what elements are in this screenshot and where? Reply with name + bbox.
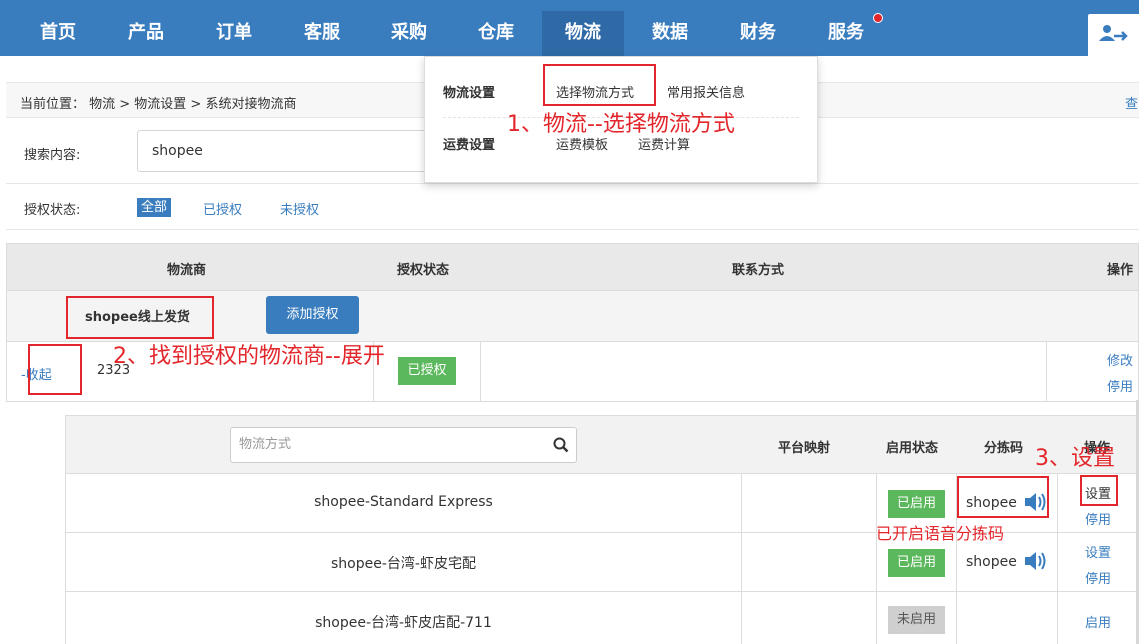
breadcrumb-right-link[interactable]: 查 [1125, 93, 1138, 112]
select-shipping-method-link[interactable]: 选择物流方式 [556, 82, 634, 101]
nav-item-customer-service[interactable]: 客服 [282, 0, 362, 56]
header-auth-status: 授权状态 [397, 263, 450, 278]
header-provider: 物流商 [167, 263, 207, 278]
speaker-icon[interactable] [1023, 491, 1047, 513]
nav-item-finance[interactable]: 财务 [718, 0, 798, 56]
column-divider [480, 342, 481, 401]
disabled-badge: 未启用 [888, 606, 945, 634]
nav-item-purchasing[interactable]: 采购 [369, 0, 449, 56]
authorized-badge: 已授权 [398, 357, 456, 385]
auth-filter-authorized[interactable]: 已授权 [203, 199, 242, 218]
user-menu-button[interactable] [1088, 14, 1139, 56]
header-sort-code: 分拣码 [984, 441, 1024, 456]
customs-info-link[interactable]: 常用报关信息 [667, 82, 745, 101]
column-divider [876, 592, 877, 644]
provider-group-name: shopee线上发货 [85, 310, 190, 325]
enabled-badge: 已启用 [888, 549, 945, 577]
speaker-icon[interactable] [1023, 550, 1047, 572]
auth-filter-all[interactable]: 全部 [137, 198, 172, 217]
notification-dot [873, 13, 883, 23]
search-icon[interactable] [553, 437, 569, 453]
column-divider [1057, 474, 1058, 532]
logistics-settings-title: 物流设置 [443, 86, 496, 101]
nav-item-warehouse[interactable]: 仓库 [456, 0, 536, 56]
collapse-link[interactable]: -收起 [21, 364, 52, 383]
header-operations: 操作 [1107, 263, 1134, 278]
add-authorization-button[interactable]: 添加授权 [266, 296, 359, 334]
column-divider [1046, 342, 1047, 401]
nav-item-data[interactable]: 数据 [630, 0, 710, 56]
header-contact: 联系方式 [732, 263, 785, 278]
enabled-badge: 已启用 [888, 490, 945, 518]
user-exchange-icon [1099, 25, 1128, 41]
auth-filter-label: 授权状态: [24, 203, 81, 218]
shipping-methods-header: 物流方式 平台映射 启用状态 分拣码 操作 [66, 416, 1139, 474]
annotation-step1: 1、物流--选择物流方式 [507, 112, 735, 137]
method-name: shopee-台湾-虾皮宅配 [331, 556, 476, 572]
modify-link[interactable]: 修改 [1107, 350, 1133, 369]
header-platform-mapping: 平台映射 [778, 441, 831, 456]
disable-link[interactable]: 停用 [1107, 376, 1133, 395]
freight-settings-title: 运费设置 [443, 138, 496, 153]
method-search-input[interactable]: 物流方式 [230, 427, 577, 463]
enable-link[interactable]: 启用 [1085, 612, 1111, 631]
column-divider [956, 592, 957, 644]
method-name: shopee-Standard Express [314, 494, 493, 510]
nav-item-products[interactable]: 产品 [106, 0, 186, 56]
provider-group-row: shopee线上发货 添加授权 [6, 291, 1139, 341]
column-divider [741, 474, 742, 532]
column-divider [741, 533, 742, 591]
annotation-voice-note: 已开启语音分拣码 [876, 524, 1005, 543]
auth-filter-unauthorized[interactable]: 未授权 [280, 199, 319, 218]
disable-link[interactable]: 停用 [1085, 509, 1111, 528]
sort-code-value: shopee [966, 554, 1017, 570]
settings-link[interactable]: 设置 [1085, 483, 1111, 502]
column-divider [1057, 592, 1058, 644]
nav-item-logistics[interactable]: 物流 [542, 11, 624, 56]
auth-filter-row: 授权状态: 全部 已授权 未授权 [6, 184, 1139, 230]
header-enable-status: 启用状态 [886, 441, 939, 456]
search-label: 搜索内容: [24, 148, 81, 163]
top-navigation: 首页 产品 订单 客服 采购 仓库 物流 数据 财务 服务 [0, 0, 1139, 56]
settings-link[interactable]: 设置 [1085, 542, 1111, 561]
nav-item-orders[interactable]: 订单 [194, 0, 274, 56]
disable-link[interactable]: 停用 [1085, 568, 1111, 587]
breadcrumb-text: 当前位置： 物流 > 物流设置 > 系统对接物流商 [20, 97, 297, 112]
search-input[interactable]: shopee [137, 130, 437, 172]
provider-table-header: 物流商 授权状态 联系方式 操作 [6, 243, 1139, 291]
nav-item-services[interactable]: 服务 [806, 0, 886, 56]
annotation-step3: 3、设置 [1035, 446, 1115, 471]
table-row: shopee-台湾-虾皮店配-711 未启用 启用 [66, 592, 1139, 644]
column-divider [1057, 533, 1058, 591]
sort-code-value: shopee [966, 495, 1017, 511]
annotation-step2: 2、找到授权的物流商--展开 [113, 344, 385, 369]
method-name: shopee-台湾-虾皮店配-711 [315, 615, 492, 631]
nav-item-home[interactable]: 首页 [18, 0, 98, 56]
column-divider [741, 592, 742, 644]
